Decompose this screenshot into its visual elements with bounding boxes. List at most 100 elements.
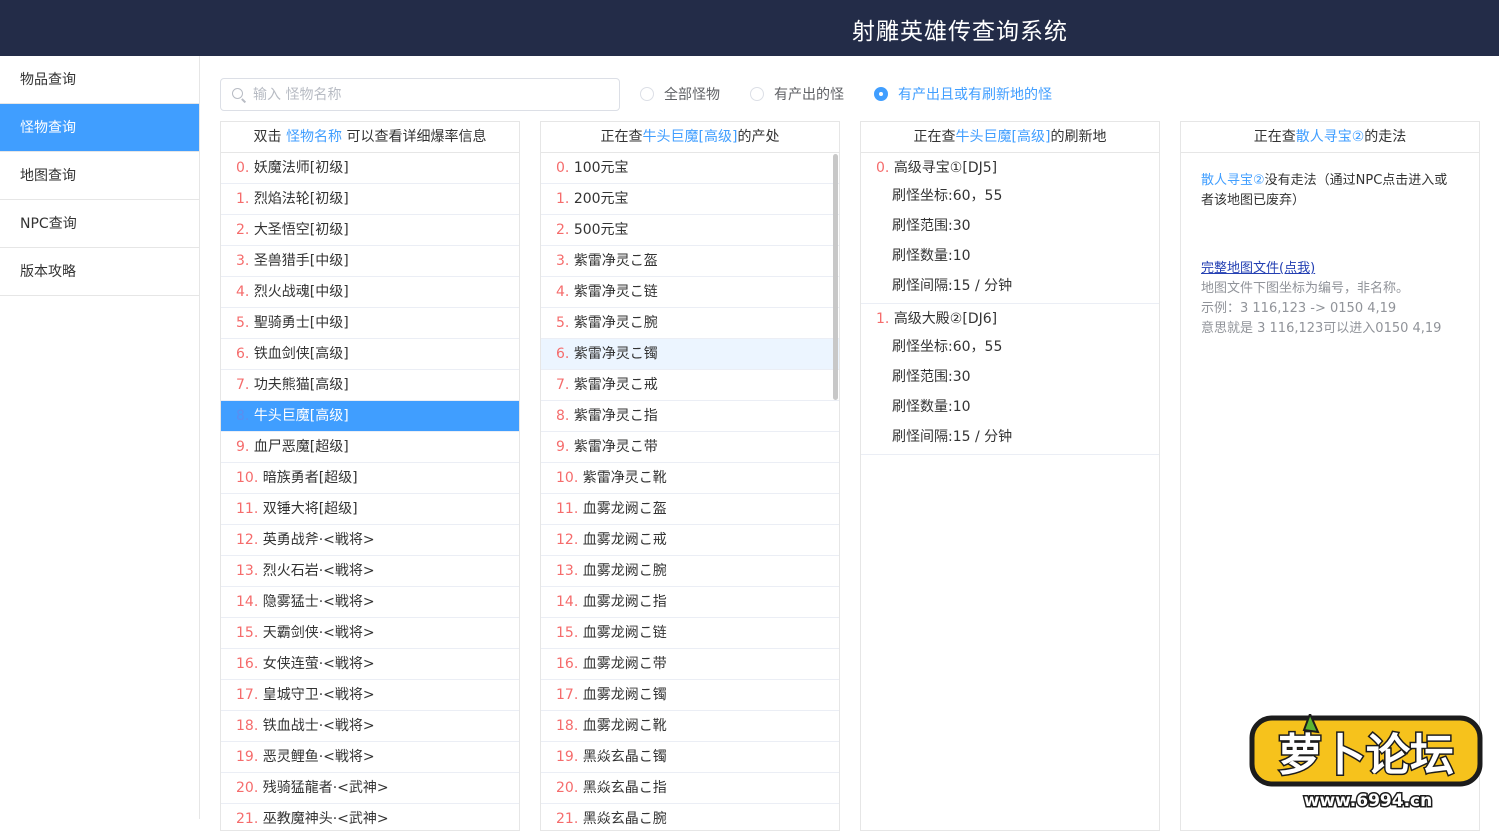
monster-row[interactable]: 10. 暗族勇者[超级] — [221, 463, 519, 494]
spawn-entry[interactable]: 0. 高级寻宝①[DJ5] 刷怪坐标:60，55 刷怪范围:30 刷怪数量:10… — [861, 153, 1159, 304]
monster-row[interactable]: 7. 功夫熊猫[高级] — [221, 370, 519, 401]
drop-row[interactable]: 7. 紫雷净灵こ戒 — [541, 370, 839, 401]
head-text: 正在查 — [913, 129, 956, 145]
field-label: 刷怪数量: — [892, 399, 953, 415]
sidebar-item-monsters[interactable]: 怪物查询 — [0, 104, 199, 152]
head-text: 的走法 — [1364, 129, 1407, 145]
monster-row[interactable]: 11. 双锤大将[超级] — [221, 494, 519, 525]
monster-row[interactable]: 20. 残骑猛龍者·<武神> — [221, 773, 519, 804]
monster-row[interactable]: 1. 烈焰法轮[初级] — [221, 184, 519, 215]
drop-row[interactable]: 16. 血雾龙阙こ带 — [541, 649, 839, 680]
row-index: 2. — [236, 222, 254, 238]
drop-row[interactable]: 3. 紫雷净灵こ盔 — [541, 246, 839, 277]
row-index: 21. — [236, 811, 263, 827]
drop-row[interactable]: 12. 血雾龙阙こ戒 — [541, 525, 839, 556]
monster-row[interactable]: 0. 妖魔法师[初级] — [221, 153, 519, 184]
drop-row[interactable]: 15. 血雾龙阙こ链 — [541, 618, 839, 649]
spawn-entry[interactable]: 1. 高级大殿②[DJ6] 刷怪坐标:60，55 刷怪范围:30 刷怪数量:10… — [861, 304, 1159, 455]
monster-search-input[interactable] — [253, 79, 613, 110]
row-label: 皇城守卫·<戦将> — [262, 687, 375, 703]
field-value: 15 / 分钟 — [952, 278, 1013, 294]
drop-row[interactable]: 17. 血雾龙阙こ镯 — [541, 680, 839, 711]
monster-row[interactable]: 8. 牛头巨魔[高级] — [221, 401, 519, 432]
monster-row[interactable]: 14. 隐雾猛士·<戦将> — [221, 587, 519, 618]
filter-all-radio[interactable]: 全部怪物 — [640, 84, 720, 104]
monster-row[interactable]: 9. 血尸恶魔[超级] — [221, 432, 519, 463]
row-index: 17. — [236, 687, 263, 703]
row-index: 10. — [236, 470, 263, 486]
head-highlight: 散人寻宝② — [1295, 129, 1365, 145]
row-index: 6. — [556, 346, 574, 362]
monster-row[interactable]: 18. 铁血战士·<戦将> — [221, 711, 519, 742]
route-description: 散人寻宝②没有走法（通过NPC点击进入或者该地图已废弃） — [1201, 171, 1459, 211]
drop-row[interactable]: 0. 100元宝 — [541, 153, 839, 184]
monster-row[interactable]: 16. 女侠连萤·<戦将> — [221, 649, 519, 680]
row-index: 2. — [556, 222, 574, 238]
row-index: 7. — [556, 377, 574, 393]
drop-row[interactable]: 13. 血雾龙阙こ腕 — [541, 556, 839, 587]
scrollbar-thumb[interactable] — [833, 154, 838, 400]
spawn-interval: 刷怪间隔:15 / 分钟 — [861, 422, 1159, 452]
sidebar-item-npc[interactable]: NPC查询 — [0, 200, 199, 248]
row-label: 黑焱玄晶こ镯 — [582, 749, 667, 765]
row-label: 黑焱玄晶こ腕 — [582, 811, 667, 827]
row-index: 20. — [236, 780, 263, 796]
row-index: 15. — [236, 625, 263, 641]
filter-with-drops-radio[interactable]: 有产出的怪 — [750, 84, 844, 104]
monster-row[interactable]: 15. 天霸剑侠·<戦将> — [221, 618, 519, 649]
monster-row[interactable]: 12. 英勇战斧·<戦将> — [221, 525, 519, 556]
row-index: 14. — [556, 594, 583, 610]
row-index: 1. — [876, 311, 890, 327]
drop-row[interactable]: 8. 紫雷净灵こ指 — [541, 401, 839, 432]
drop-row[interactable]: 19. 黑焱玄晶こ镯 — [541, 742, 839, 773]
drop-row[interactable]: 6. 紫雷净灵こ镯 — [541, 339, 839, 370]
row-index: 1. — [236, 191, 254, 207]
drop-row[interactable]: 9. 紫雷净灵こ带 — [541, 432, 839, 463]
filter-drops-or-spawn-radio[interactable]: 有产出且或有刷新地的怪 — [874, 84, 1052, 104]
filter-label: 全部怪物 — [664, 87, 720, 103]
field-label: 刷怪间隔: — [892, 429, 953, 445]
drop-row[interactable]: 18. 血雾龙阙こ靴 — [541, 711, 839, 742]
field-label: 刷怪范围: — [892, 369, 953, 385]
drop-row[interactable]: 4. 紫雷净灵こ链 — [541, 277, 839, 308]
monster-row[interactable]: 5. 聖骑勇士[中级] — [221, 308, 519, 339]
row-label: 血雾龙阙こ靴 — [582, 718, 667, 734]
drop-row[interactable]: 21. 黑焱玄晶こ腕 — [541, 804, 839, 830]
sidebar-item-maps[interactable]: 地图查询 — [0, 152, 199, 200]
drop-row[interactable]: 5. 紫雷净灵こ腕 — [541, 308, 839, 339]
monster-row[interactable]: 3. 圣兽猎手[中级] — [221, 246, 519, 277]
monster-row[interactable]: 21. 巫教魔神头·<武神> — [221, 804, 519, 830]
row-index: 5. — [556, 315, 574, 331]
drop-row[interactable]: 14. 血雾龙阙こ指 — [541, 587, 839, 618]
filter-label: 有产出的怪 — [774, 87, 844, 103]
panel-header: 双击 怪物名称 可以查看详细爆率信息 — [221, 122, 519, 153]
head-text: 的产处 — [737, 129, 780, 145]
row-label: 紫雷净灵こ镯 — [573, 346, 658, 362]
map-example: 示例：3 116,123 -> 0150 4,19 — [1201, 301, 1397, 316]
drop-row[interactable]: 2. 500元宝 — [541, 215, 839, 246]
row-label: 暗族勇者[超级] — [262, 470, 358, 486]
drop-row[interactable]: 11. 血雾龙阙こ盔 — [541, 494, 839, 525]
radio-circle-icon — [750, 87, 764, 101]
watermark-title: 萝卜论坛 — [1278, 730, 1454, 781]
head-highlight: 怪物名称 — [286, 129, 342, 145]
monster-row[interactable]: 19. 恶灵鲤鱼·<戦将> — [221, 742, 519, 773]
spawn-map-name: 1. 高级大殿②[DJ6] — [861, 307, 1159, 332]
drop-row[interactable]: 10. 紫雷净灵こ靴 — [541, 463, 839, 494]
drop-row[interactable]: 1. 200元宝 — [541, 184, 839, 215]
field-value: 10 — [952, 399, 971, 415]
row-index: 1. — [556, 191, 574, 207]
field-value: 60，55 — [952, 339, 1003, 355]
drops-panel: 正在查牛头巨魔[高级]的产处 0. 100元宝 1. 200元宝 2. 500元宝 3… — [540, 121, 840, 831]
drop-row[interactable]: 20. 黑焱玄晶こ指 — [541, 773, 839, 804]
sidebar-item-guide[interactable]: 版本攻略 — [0, 248, 199, 296]
sidebar-item-items[interactable]: 物品查询 — [0, 56, 199, 104]
monster-row[interactable]: 6. 铁血剑侠[高级] — [221, 339, 519, 370]
row-label: 大圣悟空[初级] — [253, 222, 349, 238]
monster-row[interactable]: 4. 烈火战魂[中级] — [221, 277, 519, 308]
monster-row[interactable]: 2. 大圣悟空[初级] — [221, 215, 519, 246]
row-index: 8. — [556, 408, 574, 424]
full-map-file-link[interactable]: 完整地图文件(点我) — [1201, 259, 1315, 279]
monster-row[interactable]: 17. 皇城守卫·<戦将> — [221, 680, 519, 711]
monster-row[interactable]: 13. 烈火石岩·<戦将> — [221, 556, 519, 587]
